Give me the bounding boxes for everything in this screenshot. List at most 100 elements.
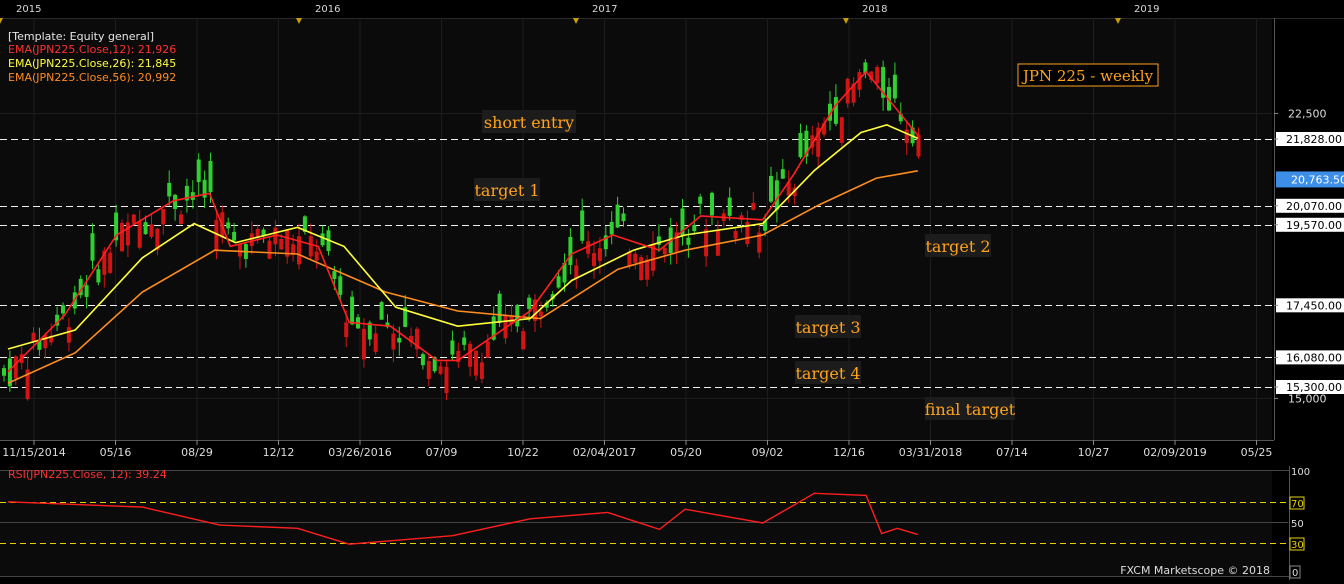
candle-body (798, 132, 803, 158)
candle-body (692, 224, 697, 232)
candle-body (633, 253, 638, 263)
candle-body (833, 97, 838, 124)
date-label: 09/02 (752, 446, 784, 459)
candle-body (497, 293, 502, 323)
candle-body (232, 231, 237, 241)
date-label: 05/16 (100, 446, 132, 459)
price-label: 16,080.00 (1286, 351, 1342, 364)
rsi-panel: RSI(JPN225.Close, 12): 39.24 100 70 50 3… (0, 465, 1310, 580)
candle-body (332, 271, 337, 280)
annotation-target-1: target 1 (474, 181, 539, 200)
candle-body (196, 159, 201, 183)
year-label: 2015 (16, 4, 41, 15)
candle-body (474, 350, 478, 376)
candle-body (308, 236, 313, 257)
candle-body (769, 175, 773, 202)
date-label: 05/25 (1241, 446, 1273, 459)
candle-body (426, 361, 431, 379)
candle-body (839, 117, 844, 143)
rsi-level-30: 30 (1291, 540, 1304, 551)
candle-body (179, 214, 183, 224)
candle-body (468, 343, 473, 367)
candle-body (580, 210, 585, 241)
legend-ema56: EMA(JPN225.Close,56): 20,992 (8, 71, 176, 84)
price-label: 20,070.00 (1286, 200, 1342, 213)
candle-body (462, 337, 467, 345)
annotation-final-target: final target (925, 400, 1016, 419)
candle-body (96, 269, 101, 283)
candle-body (444, 366, 449, 394)
candle-body (780, 169, 785, 179)
date-label: 08/29 (181, 446, 213, 459)
legend: [Template: Equity general] EMA(JPN225.Cl… (8, 30, 176, 84)
price-label: 17,450.00 (1286, 299, 1342, 312)
chart-title: JPN 225 - weekly (1021, 67, 1154, 85)
annotation-target-2: target 2 (925, 237, 990, 256)
year-label: 2019 (1134, 4, 1159, 15)
candle-body (373, 333, 378, 352)
candle-body (344, 322, 349, 338)
price-label: 19,570.00 (1286, 219, 1342, 232)
candle-body (61, 305, 65, 314)
candle-body (450, 340, 455, 355)
candle-body (568, 236, 573, 265)
candle-body (733, 230, 738, 239)
candle-body (66, 327, 71, 343)
candle-body (875, 67, 880, 84)
price-label: 15,000 (1288, 392, 1327, 405)
candle-body (173, 194, 178, 209)
price-label: 22,500 (1288, 107, 1327, 120)
candle-body (161, 208, 166, 225)
date-label: 03/31/2018 (899, 446, 962, 459)
candle-body (226, 222, 231, 229)
candle-body (485, 341, 490, 358)
candle-body (137, 221, 142, 248)
candle-body (350, 296, 355, 325)
rsi-level-70: 70 (1291, 499, 1304, 510)
candle-body (727, 197, 732, 216)
candle-body (397, 337, 402, 343)
candle-body (639, 257, 644, 280)
legend-ema12: EMA(JPN225.Close,12): 21,926 (8, 43, 176, 56)
candle-body (314, 251, 319, 261)
year-label: 2017 (592, 4, 617, 15)
candle-body (574, 265, 579, 279)
date-label: 03/26/2016 (328, 446, 391, 459)
candle-body (208, 161, 213, 192)
date-label: 05/20 (670, 446, 702, 459)
candle-body (521, 331, 526, 350)
annotation-target-3: target 3 (795, 318, 860, 337)
candle-body (84, 285, 89, 297)
candle-body (627, 251, 632, 266)
price-label: 21,828.00 (1286, 133, 1342, 146)
candle-body (609, 221, 614, 235)
date-label: 11/15/2014 (2, 446, 65, 459)
rsi-level-50: 50 (1291, 519, 1304, 530)
date-label: 12/16 (833, 446, 865, 459)
annotation-target-4: target 4 (795, 364, 860, 383)
candle-body (715, 229, 720, 256)
candle-body (556, 276, 561, 288)
candle-body (698, 196, 703, 204)
candle-body (2, 368, 6, 376)
rsi-level-0: 0 (1292, 568, 1298, 579)
legend-template: [Template: Equity general] (8, 30, 154, 43)
legend-ema26: EMA(JPN225.Close,26): 21,845 (8, 57, 176, 70)
candle-body (538, 311, 543, 317)
candle-body (379, 302, 384, 320)
candle-body (267, 240, 272, 259)
price-chart[interactable]: 2015 2016 2017 2018 2019 [Template: Equity g… (0, 0, 1344, 580)
candle-body (90, 233, 95, 261)
candle-body (279, 238, 284, 250)
candle-body (108, 252, 113, 273)
current-price-label: 20,763.50 (1291, 173, 1344, 186)
rsi-label: RSI(JPN225.Close, 12): 39.24 (8, 468, 167, 481)
rsi-level-100: 100 (1291, 467, 1310, 478)
candle-body (420, 354, 425, 366)
candle-body (892, 74, 897, 99)
candle-body (704, 229, 709, 257)
date-label: 07/09 (426, 446, 458, 459)
candle-body (13, 356, 18, 379)
candle-body (751, 202, 756, 210)
date-label: 02/09/2019 (1143, 446, 1206, 459)
